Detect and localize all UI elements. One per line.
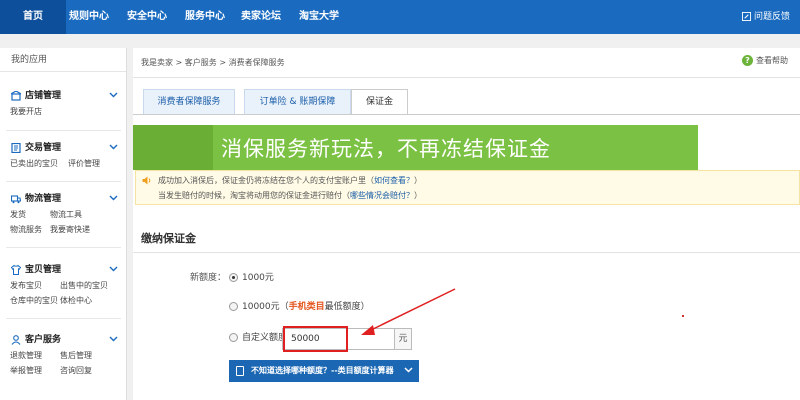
trade-icon bbox=[11, 143, 21, 153]
nav-rules-center[interactable]: 规则中心 bbox=[69, 0, 109, 34]
divider bbox=[6, 247, 121, 248]
sidebar-group-header[interactable]: 宝贝管理 bbox=[0, 262, 127, 278]
notice-line-1: 成功加入消保后，保证金仍将冻结在您个人的支付宝账户里（如何查看？） bbox=[158, 176, 422, 185]
sidebar-group-header[interactable]: 客户服务 bbox=[0, 332, 127, 348]
help-label: 查看帮助 bbox=[756, 56, 788, 65]
main-panel: 我是卖家 > 客户服务 > 消费者保障服务 ? 查看帮助 消费者保障服务 订单险 … bbox=[133, 48, 800, 400]
sidebar-group-header[interactable]: 物流管理 bbox=[0, 191, 127, 207]
divider bbox=[6, 130, 121, 131]
nav-home[interactable]: 首页 bbox=[0, 0, 66, 34]
divider bbox=[6, 318, 121, 319]
chevron-down-icon[interactable] bbox=[109, 144, 118, 150]
calculator-icon bbox=[236, 366, 244, 376]
chevron-down-icon[interactable] bbox=[109, 195, 118, 201]
speaker-icon bbox=[142, 176, 151, 185]
chevron-down-icon[interactable] bbox=[109, 336, 118, 342]
sidebar-link[interactable]: 咨询回复 bbox=[60, 363, 92, 378]
divider bbox=[133, 252, 800, 253]
shop-icon bbox=[11, 91, 21, 101]
breadcrumb[interactable]: 我是卖家 > 客户服务 > 消费者保障服务 bbox=[141, 57, 285, 68]
radio-1000[interactable] bbox=[229, 273, 238, 282]
sidebar-link[interactable]: 仓库中的宝贝 bbox=[10, 293, 58, 308]
section-title: 缴纳保证金 bbox=[141, 232, 196, 245]
nav-security-center[interactable]: 安全中心 bbox=[127, 0, 167, 34]
truck-icon bbox=[11, 195, 21, 204]
sidebar-group-header[interactable]: 交易管理 bbox=[0, 140, 127, 156]
notice-box: 成功加入消保后，保证金仍将冻结在您个人的支付宝账户里（如何查看？） 当发生赔付的… bbox=[135, 170, 800, 205]
notice-line-2: 当发生赔付的时候，淘宝将动用您的保证金进行赔付（哪些情况会赔付？） bbox=[158, 191, 422, 200]
nav-seller-forum[interactable]: 卖家论坛 bbox=[241, 0, 281, 34]
chevron-down-icon[interactable] bbox=[109, 266, 118, 272]
feedback-label: 问题反馈 bbox=[753, 12, 790, 22]
sidebar-group-label: 客户服务 bbox=[25, 335, 62, 345]
feedback-link[interactable]: 问题反馈 bbox=[741, 0, 790, 34]
chevron-down-icon[interactable] bbox=[109, 92, 118, 98]
nav-taobao-university[interactable]: 淘宝大学 bbox=[299, 0, 339, 34]
radio-custom[interactable] bbox=[229, 333, 238, 342]
chevron-down-icon bbox=[404, 367, 413, 373]
annotation-dot bbox=[682, 315, 684, 317]
sidebar-group-logistics: 物流管理 发货 物流工具 物流服务 我要寄快递 bbox=[0, 191, 127, 237]
option-1000-label[interactable]: 1000元 bbox=[242, 270, 274, 283]
sidebar-link[interactable]: 已卖出的宝贝 bbox=[10, 156, 58, 171]
sidebar-link[interactable]: 我要开店 bbox=[10, 104, 42, 119]
sidebar-title: 我的应用 bbox=[0, 48, 126, 72]
sidebar-group-label: 物流管理 bbox=[25, 194, 62, 204]
sidebar-link[interactable]: 举报管理 bbox=[10, 363, 50, 378]
shirt-icon bbox=[11, 265, 21, 275]
compensation-cases-link[interactable]: 哪些情况会赔付？ bbox=[350, 191, 414, 200]
top-navigation-bar: 首页 规则中心 安全中心 服务中心 卖家论坛 淘宝大学 问题反馈 bbox=[0, 0, 800, 34]
sidebar-link[interactable]: 发货 bbox=[10, 207, 40, 222]
sidebar-link[interactable]: 我要寄快递 bbox=[50, 222, 90, 237]
sidebar-link[interactable]: 物流服务 bbox=[10, 222, 42, 237]
customer-icon bbox=[11, 335, 21, 345]
sidebar-group-label: 宝贝管理 bbox=[25, 265, 62, 275]
banner-text: 消保服务新玩法，不再冻结保证金 bbox=[221, 137, 551, 161]
nav-service-center[interactable]: 服务中心 bbox=[185, 0, 225, 34]
calculator-button-label: 不知道选择哪种额度？--类目额度计算器 bbox=[251, 366, 394, 375]
unit-label: 元 bbox=[395, 328, 412, 350]
sidebar-group-shop: 店铺管理 我要开店 bbox=[0, 88, 127, 119]
sidebar-group-customer-service: 客户服务 退款管理 售后管理 举报管理 咨询回复 bbox=[0, 332, 127, 378]
quota-label: 新额度： bbox=[190, 273, 227, 283]
banner-decoration bbox=[133, 125, 213, 170]
tab-consumer-protection[interactable]: 消费者保障服务 bbox=[143, 89, 235, 114]
sidebar-link[interactable]: 出售中的宝贝 bbox=[60, 278, 108, 293]
sidebar: 我的应用 店铺管理 我要开店 交易管理 已卖出的宝贝 评价管理 物流管理 发货 物流… bbox=[0, 48, 127, 400]
sidebar-group-header[interactable]: 店铺管理 bbox=[0, 88, 127, 104]
option-10000-label[interactable]: 10000元（手机类目最低额度） bbox=[242, 299, 370, 312]
sidebar-link[interactable]: 评价管理 bbox=[68, 156, 100, 171]
sidebar-link[interactable]: 物流工具 bbox=[50, 207, 82, 222]
sidebar-group-label: 店铺管理 bbox=[25, 91, 62, 101]
edit-icon bbox=[741, 12, 751, 21]
promo-banner[interactable]: 消保服务新玩法，不再冻结保证金 bbox=[133, 125, 698, 170]
option-custom-label[interactable]: 自定义额度 bbox=[242, 330, 287, 343]
sidebar-link[interactable]: 体检中心 bbox=[60, 293, 92, 308]
radio-10000[interactable] bbox=[229, 302, 238, 311]
annotation-highlight-box bbox=[283, 326, 348, 352]
sidebar-group-items: 宝贝管理 发布宝贝 出售中的宝贝 仓库中的宝贝 体检中心 bbox=[0, 262, 127, 308]
quota-calculator-button[interactable]: 不知道选择哪种额度？--类目额度计算器 bbox=[229, 360, 419, 382]
tab-order-insurance[interactable]: 订单险 & 账期保障 bbox=[244, 89, 351, 114]
sidebar-group-label: 交易管理 bbox=[25, 143, 62, 153]
sidebar-group-trade: 交易管理 已卖出的宝贝 评价管理 bbox=[0, 140, 127, 171]
help-link[interactable]: ? 查看帮助 bbox=[742, 55, 788, 66]
tab-deposit[interactable]: 保证金 bbox=[351, 89, 408, 115]
divider bbox=[133, 77, 800, 78]
sidebar-link[interactable]: 发布宝贝 bbox=[10, 278, 50, 293]
how-to-view-link[interactable]: 如何查看？ bbox=[374, 176, 414, 185]
sidebar-link[interactable]: 退款管理 bbox=[10, 348, 50, 363]
help-icon: ? bbox=[742, 55, 753, 66]
sidebar-link[interactable]: 售后管理 bbox=[60, 348, 92, 363]
divider bbox=[133, 114, 800, 115]
divider bbox=[6, 181, 121, 182]
